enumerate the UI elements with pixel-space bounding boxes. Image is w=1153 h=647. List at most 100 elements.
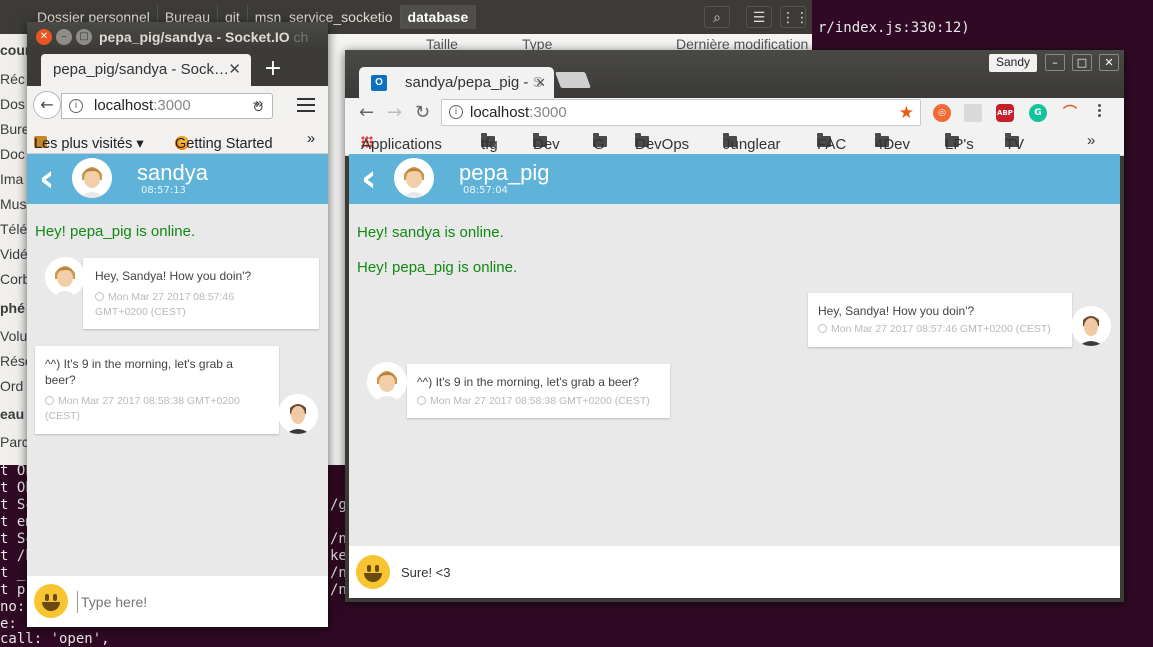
nav-bar: i localhost:3000 ↻ ← » (27, 86, 328, 126)
outlook-icon: O (371, 75, 387, 91)
tab-chat[interactable]: O sandya/pepa_pig - S ✕ (359, 67, 554, 98)
chat-header: ‹ sandya 08:57:13 (27, 154, 328, 204)
avatar (72, 158, 112, 198)
sidebar-item[interactable]: Ima (0, 171, 23, 187)
overflow-icon[interactable]: » (307, 131, 315, 147)
extension-icon[interactable]: ◎ (933, 104, 951, 122)
message-date: Mon Mar 27 2017 08:58:38 GMT+0200 (CEST) (417, 394, 667, 409)
avatar (278, 394, 318, 434)
back-arrow-icon[interactable]: ‹ (39, 159, 55, 197)
info-icon[interactable]: i (449, 105, 463, 119)
extension-arc-icon[interactable]: ⌒ (1061, 104, 1079, 122)
grid-view-icon[interactable]: ⋮⋮ (780, 6, 809, 28)
info-icon[interactable]: i (69, 99, 83, 113)
clock-icon (95, 292, 104, 301)
message-text: Hey, Sandya! How you doin'? (95, 269, 252, 283)
close-icon[interactable]: ✕ (228, 54, 241, 86)
last-seen-time: 08:57:04 (463, 185, 508, 196)
url-host: localhost (470, 104, 530, 121)
maximize-icon[interactable]: □ (76, 29, 92, 45)
back-arrow-icon[interactable]: ← (359, 102, 374, 123)
bookmark-label: G (593, 136, 605, 153)
extension-grid-icon[interactable] (964, 104, 982, 122)
url-bar[interactable]: i localhost:3000 ↻ (61, 93, 273, 119)
forward-arrow-icon[interactable]: → (387, 102, 402, 123)
terminal-line: call: 'open', (0, 631, 110, 647)
message-input[interactable] (401, 562, 1101, 582)
menu-icon[interactable] (1098, 104, 1102, 119)
terminal-line: t _ (0, 565, 26, 581)
chat-header: ‹ pepa_pig 08:57:04 (349, 154, 1120, 204)
bookmark-label: DevOps (635, 136, 690, 153)
bookmark-label: tfg (481, 136, 498, 153)
window-titlebar: pepa_pig/sandya - Socket.IO ch (27, 22, 328, 52)
crumb-database[interactable]: database (400, 5, 477, 29)
bookmark-label: LP's (945, 136, 974, 153)
sidebar-item: phé (0, 300, 25, 316)
message-text: ^^) It's 9 in the morning, let's grab a … (45, 357, 233, 387)
avatar (1071, 306, 1111, 346)
sidebar-item[interactable]: Bure (0, 121, 30, 137)
omnibox[interactable]: i localhost:3000 ★ (441, 99, 921, 126)
sidebar-item[interactable]: Mus (0, 196, 26, 212)
list-view-icon[interactable]: ☰ (746, 6, 772, 28)
maximize-icon[interactable]: □ (1072, 54, 1092, 71)
bookmark-label: Getting Started (175, 136, 273, 152)
url-port: :3000 (529, 104, 567, 121)
search-icon[interactable]: ⌕ (704, 6, 730, 28)
sidebar: cour Réc Dos Bure Doc Ima Mus Télé Vidé … (0, 34, 33, 465)
sidebar-item[interactable]: Corb (0, 271, 30, 287)
firefox-window: pepa_pig/sandya - Socket.IO ch ✕ – □ pep… (27, 22, 328, 627)
emoji-smile-icon[interactable] (356, 555, 390, 589)
sidebar-item[interactable]: Parc (0, 434, 29, 450)
message-input[interactable] (77, 591, 317, 613)
overflow-icon[interactable]: » (1087, 132, 1095, 149)
back-arrow-icon[interactable]: ‹ (361, 159, 377, 197)
sidebar-item[interactable]: Vidé (0, 246, 28, 262)
close-icon[interactable]: ✕ (36, 29, 52, 45)
close-icon[interactable]: ✕ (535, 67, 546, 98)
status-message: Hey! pepa_pig is online. (35, 223, 196, 240)
clock-icon (45, 396, 54, 405)
bookmark-label: Applications (361, 136, 442, 153)
new-tab-button[interactable]: + (259, 54, 287, 84)
adblock-icon[interactable]: ABP (996, 104, 1014, 122)
bookmark-label: 4Dev (875, 136, 911, 153)
message-bubble: Hey, Sandya! How you doin'? Mon Mar 27 2… (808, 293, 1072, 347)
toolbar: ← → ↻ i localhost:3000 ★ ◎ ABP G ⌒ (345, 98, 1124, 128)
grammarly-icon[interactable]: G (1029, 104, 1047, 122)
back-arrow-icon[interactable]: ← (33, 91, 61, 119)
contact-name: sandya (137, 160, 208, 185)
sidebar-item[interactable]: Télé (0, 221, 27, 237)
sidebar-item: eau (0, 406, 25, 422)
hamburger-menu-icon[interactable] (297, 98, 315, 116)
sidebar-item[interactable]: Réc (0, 71, 25, 87)
close-icon[interactable]: ✕ (1099, 54, 1119, 71)
sidebar-item[interactable]: Volu (0, 328, 27, 344)
clock-icon (818, 324, 827, 333)
tab-label: pepa_pig/sandya - Sock… (53, 61, 229, 78)
minimize-icon[interactable]: – (1045, 54, 1065, 71)
sidebar-item[interactable]: Dos (0, 96, 25, 112)
message-text: ^^) It's 9 in the morning, let's grab a … (417, 375, 639, 389)
minimize-icon[interactable]: – (56, 29, 72, 45)
profile-button[interactable]: Sandy (989, 54, 1037, 72)
new-tab-button[interactable] (555, 72, 591, 88)
emoji-smile-icon[interactable] (34, 584, 68, 618)
tab-strip: pepa_pig/sandya - Sock… ✕ + (27, 52, 328, 86)
bookmark-star-icon[interactable]: ★ (899, 100, 914, 125)
tab-chat[interactable]: pepa_pig/sandya - Sock… ✕ (41, 54, 251, 86)
message-date: Mon Mar 27 2017 08:57:46 GMT+0200 (CEST) (818, 322, 1068, 337)
url-host: localhost (94, 97, 154, 114)
sidebar-item[interactable]: Doc (0, 146, 25, 162)
reload-icon[interactable]: ↻ (415, 102, 430, 123)
chat-body: Hey! sandya is online. Hey! pepa_pig is … (349, 204, 1120, 546)
bookmark-label: FAC (817, 136, 847, 153)
message-bubble: Hey, Sandya! How you doin'? Mon Mar 27 2… (83, 258, 319, 329)
status-message: Hey! sandya is online. (357, 224, 504, 241)
overflow-icon[interactable]: » (255, 96, 264, 112)
message-bubble: ^^) It's 9 in the morning, let's grab a … (407, 364, 670, 418)
sidebar-item[interactable]: Ord (0, 378, 23, 394)
bookmarks-bar: Les plus visités ▾ Getting Started » (27, 126, 328, 154)
tab-strip: Sandy – □ ✕ O sandya/pepa_pig - S ✕ (345, 50, 1124, 98)
